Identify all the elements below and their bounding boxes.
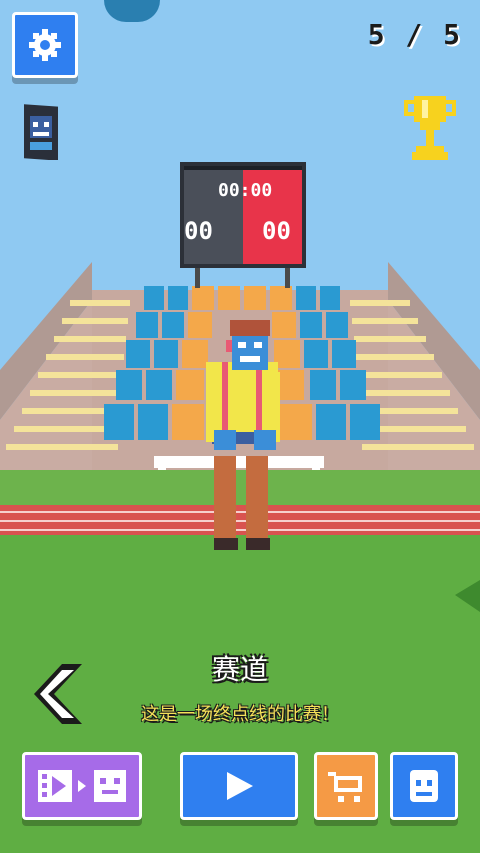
shopping-cart-icon [328, 772, 362, 802]
shop-button[interactable] [314, 752, 378, 820]
track-title: 赛道 [211, 653, 268, 686]
scoreboard-timer: 00:00 [218, 180, 273, 201]
play-icon [227, 772, 253, 800]
grass-back [0, 470, 480, 506]
gear-icon [29, 29, 61, 61]
watch-video-button[interactable] [22, 752, 142, 820]
trophy-icon [404, 96, 456, 160]
track-description: 这是一场终点线的比赛！ [141, 704, 339, 725]
film-to-character-icon [38, 770, 126, 802]
level-counter: 5 / 5 [367, 18, 462, 51]
character-card-icon [24, 104, 58, 161]
trophy-button[interactable] [402, 92, 458, 164]
character-card[interactable] [20, 102, 60, 161]
character-face-icon [410, 770, 438, 802]
scoreboard-left-score: 00 [184, 217, 213, 245]
settings-button[interactable] [12, 12, 78, 78]
character-select-button[interactable] [390, 752, 458, 820]
play-button[interactable] [180, 752, 298, 820]
bench [154, 456, 324, 468]
scoreboard-right-score: 00 [262, 217, 291, 245]
